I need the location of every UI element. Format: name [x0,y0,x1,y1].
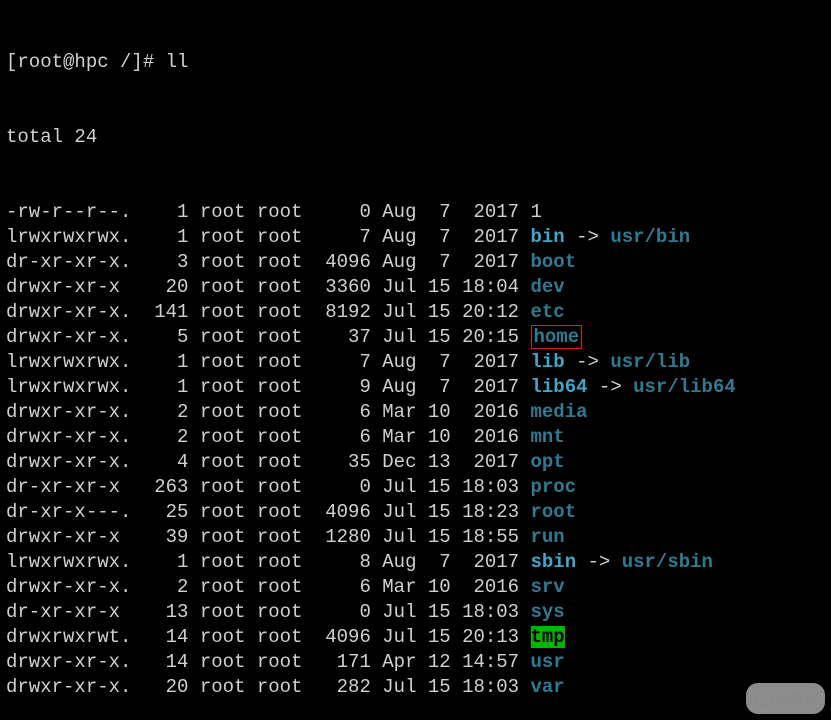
file-name: lib [531,351,565,373]
file-entry: -rw-r--r--. 1 root root 0 Aug 7 2017 1 [6,200,825,225]
terminal[interactable]: [root@hpc /]# ll total 24 -rw-r--r--. 1 … [0,0,831,720]
file-name: srv [531,576,565,598]
file-meta: drwxr-xr-x. 2 root root 6 Mar 10 2016 [6,576,531,598]
file-meta: drwxrwxrwt. 14 root root 4096 Jul 15 20:… [6,626,531,648]
file-entry: lrwxrwxrwx. 1 root root 7 Aug 7 2017 lib… [6,350,825,375]
file-name: root [531,501,577,523]
file-meta: dr-xr-xr-x. 3 root root 4096 Aug 7 2017 [6,251,531,273]
file-entry: dr-xr-xr-x 263 root root 0 Jul 15 18:03 … [6,475,825,500]
file-meta: dr-xr-x---. 25 root root 4096 Jul 15 18:… [6,501,531,523]
file-name: opt [531,451,565,473]
file-name: lib64 [531,376,588,398]
file-meta: drwxr-xr-x 20 root root 3360 Jul 15 18:0… [6,276,531,298]
file-name: sys [531,601,565,623]
file-entry: lrwxrwxrwx. 1 root root 8 Aug 7 2017 sbi… [6,550,825,575]
file-entry: drwxr-xr-x. 2 root root 6 Mar 10 2016 me… [6,400,825,425]
file-meta: dr-xr-xr-x 13 root root 0 Jul 15 18:03 [6,601,531,623]
file-name: usr [531,651,565,673]
file-entry: dr-xr-xr-x 13 root root 0 Jul 15 18:03 s… [6,600,825,625]
file-name: boot [531,251,577,273]
prompt-line-1: [root@hpc /]# ll [6,50,825,75]
file-entry: drwxr-xr-x. 4 root root 35 Dec 13 2017 o… [6,450,825,475]
file-entry: lrwxrwxrwx. 1 root root 7 Aug 7 2017 bin… [6,225,825,250]
file-meta: lrwxrwxrwx. 1 root root 7 Aug 7 2017 [6,351,531,373]
symlink-target: usr/lib [610,351,690,373]
file-entry: drwxr-xr-x. 20 root root 282 Jul 15 18:0… [6,675,825,700]
file-name: media [531,401,588,423]
file-entry: dr-xr-x---. 25 root root 4096 Jul 15 18:… [6,500,825,525]
file-entry: drwxr-xr-x. 141 root root 8192 Jul 15 20… [6,300,825,325]
file-entry: drwxr-xr-x. 14 root root 171 Apr 12 14:5… [6,650,825,675]
command: ll [166,51,189,73]
file-name: etc [531,301,565,323]
file-entry: dr-xr-xr-x. 3 root root 4096 Aug 7 2017 … [6,250,825,275]
file-entry: lrwxrwxrwx. 1 root root 9 Aug 7 2017 lib… [6,375,825,400]
file-meta: lrwxrwxrwx. 1 root root 7 Aug 7 2017 [6,226,531,248]
file-name: mnt [531,426,565,448]
symlink-target: usr/bin [610,226,690,248]
file-name: var [531,676,565,698]
file-entry: drwxr-xr-x. 5 root root 37 Jul 15 20:15 … [6,325,825,350]
file-meta: lrwxrwxrwx. 1 root root 8 Aug 7 2017 [6,551,531,573]
symlink-arrow: -> [565,226,611,248]
prompt: [root@hpc /]# [6,51,166,73]
symlink-arrow: -> [588,376,634,398]
total-line-1: total 24 [6,125,825,150]
file-meta: drwxr-xr-x. 2 root root 6 Mar 10 2016 [6,426,531,448]
file-meta: drwxr-xr-x. 14 root root 171 Apr 12 14:5… [6,651,531,673]
file-name: run [531,526,565,548]
file-meta: drwxr-xr-x. 4 root root 35 Dec 13 2017 [6,451,531,473]
symlink-target: usr/sbin [622,551,713,573]
file-meta: drwxr-xr-x. 2 root root 6 Mar 10 2016 [6,401,531,423]
file-name: dev [531,276,565,298]
symlink-arrow: -> [565,351,611,373]
file-meta: dr-xr-xr-x 263 root root 0 Jul 15 18:03 [6,476,531,498]
file-name: sbin [531,551,577,573]
file-meta: drwxr-xr-x. 5 root root 37 Jul 15 20:15 [6,326,531,348]
file-name: home [531,325,583,349]
file-name: proc [531,476,577,498]
file-entry: drwxrwxrwt. 14 root root 4096 Jul 15 20:… [6,625,825,650]
file-name: 1 [531,201,542,223]
file-name: tmp [531,626,565,648]
file-entry: drwxr-xr-x. 2 root root 6 Mar 10 2016 mn… [6,425,825,450]
file-entry: drwxr-xr-x. 2 root root 6 Mar 10 2016 sr… [6,575,825,600]
symlink-arrow: -> [576,551,622,573]
symlink-target: usr/lib64 [633,376,736,398]
file-meta: drwxr-xr-x. 20 root root 282 Jul 15 18:0… [6,676,531,698]
file-name: bin [531,226,565,248]
file-meta: lrwxrwxrwx. 1 root root 9 Aug 7 2017 [6,376,531,398]
file-meta: drwxr-xr-x 39 root root 1280 Jul 15 18:5… [6,526,531,548]
file-meta: drwxr-xr-x. 141 root root 8192 Jul 15 20… [6,301,531,323]
file-meta: -rw-r--r--. 1 root root 0 Aug 7 2017 [6,201,531,223]
file-entry: drwxr-xr-x 20 root root 3360 Jul 15 18:0… [6,275,825,300]
file-list-1: -rw-r--r--. 1 root root 0 Aug 7 2017 1lr… [6,200,825,700]
file-entry: drwxr-xr-x 39 root root 1280 Jul 15 18:5… [6,525,825,550]
